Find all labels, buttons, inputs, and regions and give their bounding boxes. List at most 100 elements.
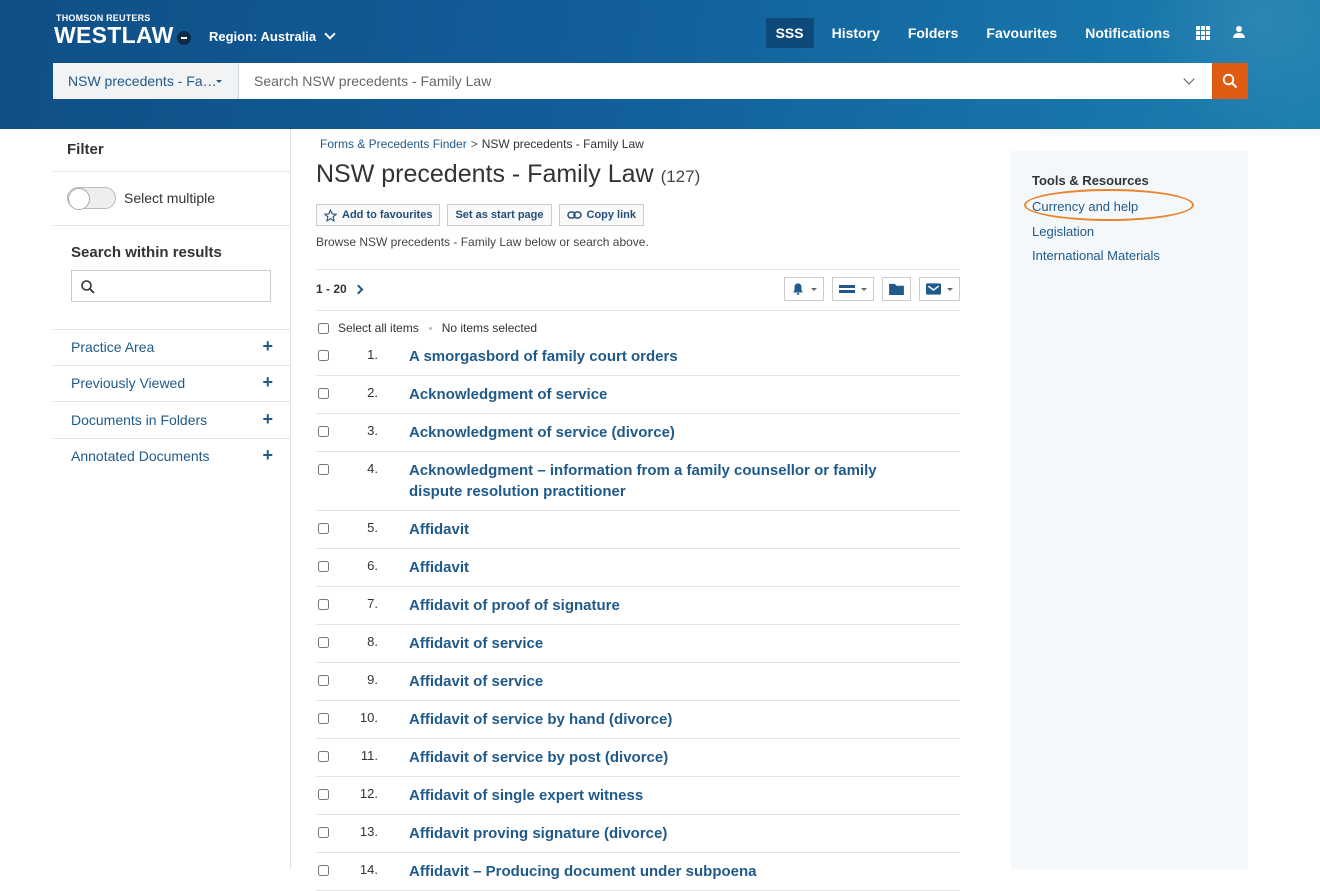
expand-plus-icon[interactable]: + <box>262 337 273 355</box>
result-row: 10. Affidavit of service by hand (divorce… <box>316 701 960 739</box>
result-title-link[interactable]: Affidavit of service <box>409 671 543 692</box>
result-checkbox[interactable] <box>318 637 329 648</box>
result-number: 12. <box>359 786 378 801</box>
search-scope-dropdown[interactable]: NSW precedents - Fa… <box>53 63 239 99</box>
copy-link-button[interactable]: Copy link <box>558 204 645 226</box>
select-multiple-toggle[interactable] <box>67 187 116 210</box>
link-currency-and-help[interactable]: Currency and help <box>1024 189 1194 221</box>
result-title-link[interactable]: Affidavit – Producing document under sub… <box>409 861 757 882</box>
result-checkbox[interactable] <box>318 350 329 361</box>
result-checkbox[interactable] <box>318 713 329 724</box>
nav-favourites[interactable]: Favourites <box>976 18 1067 48</box>
result-checkbox[interactable] <box>318 599 329 610</box>
result-checkbox[interactable] <box>318 789 329 800</box>
email-dropdown-button[interactable] <box>919 277 960 301</box>
nav-folders[interactable]: Folders <box>898 18 969 48</box>
nav-sss[interactable]: SSS <box>765 18 814 48</box>
copy-link-label: Copy link <box>586 209 637 221</box>
breadcrumb-link-forms-precedents-finder[interactable]: Forms & Precedents Finder <box>320 137 467 151</box>
search-icon <box>1222 73 1238 89</box>
result-title-link[interactable]: Affidavit of service by hand (divorce) <box>409 709 672 730</box>
result-checkbox[interactable] <box>318 523 329 534</box>
result-number: 8. <box>367 634 378 649</box>
product-switch-icon[interactable] <box>177 31 191 45</box>
browse-description: Browse NSW precedents - Family Law below… <box>316 235 649 249</box>
result-checkbox[interactable] <box>318 561 329 572</box>
result-title-link[interactable]: Affidavit <box>409 557 469 578</box>
result-checkbox[interactable] <box>318 865 329 876</box>
link-label: Currency and help <box>1032 199 1139 214</box>
save-to-folder-button[interactable] <box>882 277 911 301</box>
list-density-icon <box>839 285 855 293</box>
result-checkbox[interactable] <box>318 827 329 838</box>
result-title-link[interactable]: Affidavit of proof of signature <box>409 595 620 616</box>
search-bar: NSW precedents - Fa… <box>53 63 1248 99</box>
star-icon <box>324 208 337 222</box>
facet-annotated-documents[interactable]: Annotated Documents + <box>53 438 291 474</box>
result-title-link[interactable]: Affidavit <box>409 519 469 540</box>
result-row: 13. Affidavit proving signature (divorce) <box>316 815 960 853</box>
result-title-link[interactable]: Acknowledgment of service (divorce) <box>409 422 675 443</box>
result-title-link[interactable]: Acknowledgment of service <box>409 384 607 405</box>
expand-plus-icon[interactable]: + <box>262 446 273 464</box>
result-row: 8. Affidavit of service <box>316 625 960 663</box>
filter-title: Filter <box>67 141 104 158</box>
result-title-link[interactable]: Acknowledgment – information from a fami… <box>409 460 889 502</box>
result-row: 12. Affidavit of single expert witness <box>316 777 960 815</box>
facet-practice-area[interactable]: Practice Area + <box>53 329 291 365</box>
result-row: 9. Affidavit of service <box>316 663 960 701</box>
result-title-link[interactable]: A smorgasbord of family court orders <box>409 346 678 367</box>
divider <box>53 171 291 172</box>
link-international-materials[interactable]: International Materials <box>1032 248 1160 263</box>
nav-history[interactable]: History <box>822 18 890 48</box>
result-row: 7. Affidavit of proof of signature <box>316 587 960 625</box>
result-title-link[interactable]: Affidavit of single expert witness <box>409 785 643 806</box>
breadcrumb: Forms & Precedents Finder > NSW precedents… <box>320 137 644 151</box>
result-checkbox[interactable] <box>318 388 329 399</box>
display-options-dropdown-button[interactable] <box>832 277 874 301</box>
facet-previously-viewed[interactable]: Previously Viewed + <box>53 365 291 401</box>
link-legislation[interactable]: Legislation <box>1032 224 1094 239</box>
alert-dropdown-button[interactable] <box>784 277 824 301</box>
result-number: 14. <box>359 862 378 877</box>
region-selector[interactable]: Region: Australia <box>209 28 336 44</box>
result-title-link[interactable]: Affidavit of service <box>409 633 543 654</box>
facet-label: Practice Area <box>71 339 155 355</box>
brand-westlaw-logo[interactable]: WESTLAW <box>54 22 174 49</box>
result-title-link[interactable]: Affidavit proving signature (divorce) <box>409 823 667 844</box>
facet-documents-in-folders[interactable]: Documents in Folders + <box>53 402 291 438</box>
caret-down-icon <box>216 80 222 83</box>
search-within-input[interactable] <box>100 271 268 301</box>
search-input[interactable] <box>239 63 1172 99</box>
apps-grid-icon[interactable] <box>1196 26 1210 40</box>
select-all-checkbox[interactable] <box>318 322 329 334</box>
result-checkbox[interactable] <box>318 464 329 475</box>
add-to-favourites-button[interactable]: Add to favourites <box>316 204 441 226</box>
divider <box>316 310 960 311</box>
nav-notifications[interactable]: Notifications <box>1075 18 1180 48</box>
set-as-start-page-button[interactable]: Set as start page <box>447 204 552 226</box>
select-all-row: Select all items No items selected <box>316 321 537 335</box>
search-options-chevron-icon[interactable] <box>1172 63 1212 99</box>
expand-plus-icon[interactable]: + <box>262 373 273 391</box>
result-checkbox[interactable] <box>318 426 329 437</box>
result-row: 11. Affidavit of service by post (divorce… <box>316 739 960 777</box>
result-title-link[interactable]: Affidavit of service by post (divorce) <box>409 747 668 768</box>
expand-plus-icon[interactable]: + <box>262 410 273 428</box>
selection-status: No items selected <box>441 321 538 335</box>
search-scope-label: NSW precedents - Fa… <box>68 73 217 89</box>
caret-down-icon <box>861 287 867 291</box>
page-title-text: NSW precedents - Family Law <box>316 160 654 188</box>
user-icon[interactable] <box>1232 26 1246 40</box>
next-page-chevron-icon[interactable] <box>353 284 364 294</box>
result-checkbox[interactable] <box>318 675 329 686</box>
result-row: 6. Affidavit <box>316 549 960 587</box>
divider <box>53 225 291 226</box>
bell-icon <box>793 283 803 295</box>
result-row: 5. Affidavit <box>316 511 960 549</box>
result-checkbox[interactable] <box>318 751 329 762</box>
caret-down-icon <box>947 287 953 291</box>
breadcrumb-current: NSW precedents - Family Law <box>481 137 644 151</box>
search-button[interactable] <box>1212 63 1248 99</box>
search-within-title: Search within results <box>71 244 222 261</box>
